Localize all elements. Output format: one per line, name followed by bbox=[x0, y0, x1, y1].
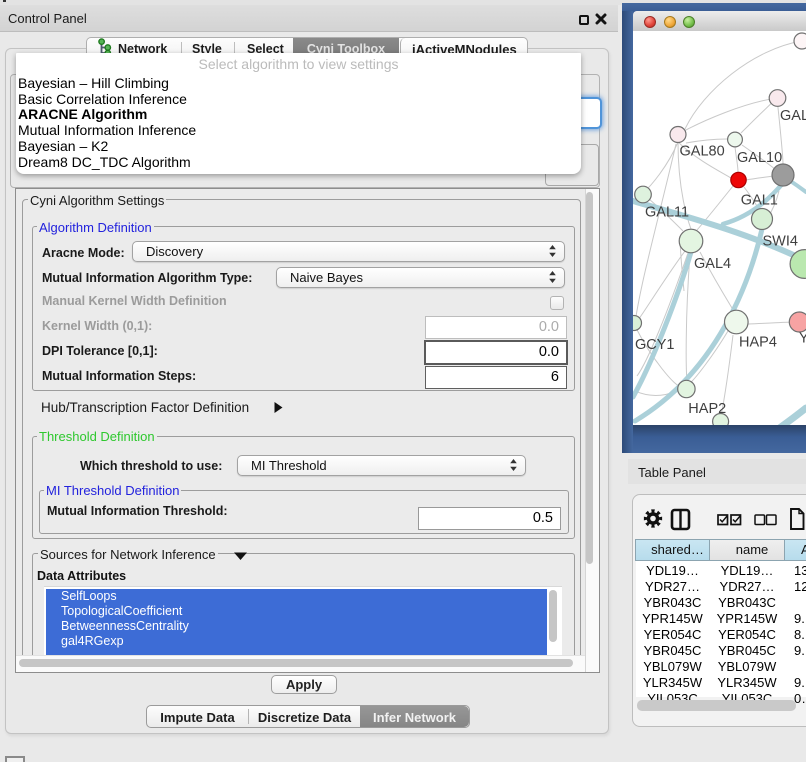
svg-text:GAL2: GAL2 bbox=[780, 108, 806, 124]
svg-text:Y: Y bbox=[799, 331, 806, 347]
svg-text:GAL80: GAL80 bbox=[680, 144, 725, 160]
svg-text:GCY1: GCY1 bbox=[635, 337, 675, 353]
svg-text:HAP2: HAP2 bbox=[688, 401, 726, 417]
svg-text:HAP4: HAP4 bbox=[739, 335, 777, 351]
svg-text:GAL11: GAL11 bbox=[645, 204, 689, 220]
svg-text:SWI4: SWI4 bbox=[763, 234, 798, 250]
svg-text:GAL1: GAL1 bbox=[741, 192, 778, 208]
svg-text:GAL10: GAL10 bbox=[737, 150, 782, 166]
svg-text:GAL4: GAL4 bbox=[694, 256, 731, 272]
